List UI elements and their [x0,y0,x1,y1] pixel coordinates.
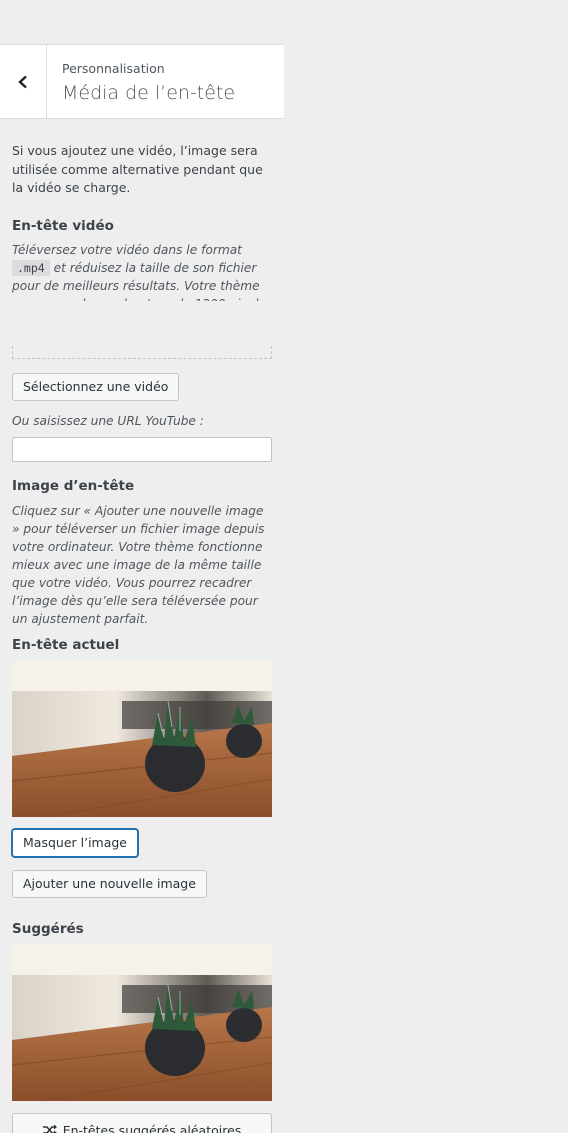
header-subtitle: Personnalisation [62,61,165,76]
video-section-title: En-tête vidéo [12,218,114,234]
video-description: Téléversez votre vidéo dans le format .m… [12,243,269,301]
intro-text: Si vous ajoutez une vidéo, l’image sera … [12,143,263,195]
select-video-button[interactable]: Sélectionnez une vidéo [12,373,180,401]
back-button[interactable] [0,45,47,119]
youtube-url-input[interactable] [12,437,272,462]
video-dropzone [12,346,272,359]
page-title: Média de l’en-tête [62,82,236,104]
header-image-title: Image d’en-tête [12,478,135,494]
hide-image-button[interactable]: Masquer l’image [12,829,138,857]
suggested-title: Suggérés [12,921,84,937]
random-button-label: En-têtes suggérés aléatoires [62,1122,242,1133]
mp4-format-code: .mp4 [12,260,50,276]
shuffle-icon [42,1124,57,1133]
add-new-image-button[interactable]: Ajouter une nouvelle image [12,870,207,898]
chevron-left-icon [18,75,27,89]
suggested-image-picture [12,945,272,1101]
section-header: Personnalisation Média de l’en-tête [0,44,284,119]
customizer-panel: Personnalisation Média de l’en-tête Si v… [0,0,284,1133]
header-image-picture [12,661,272,817]
random-suggested-headers-button[interactable]: En-têtes suggérés aléatoires [12,1113,272,1133]
suggested-header-image[interactable] [12,945,272,1101]
current-header-image[interactable] [12,661,272,817]
youtube-url-label: Ou saisissez une URL YouTube : [12,414,204,428]
current-header-title: En-tête actuel [12,637,120,653]
header-image-description: Cliquez sur « Ajouter une nouvelle image… [12,504,265,626]
